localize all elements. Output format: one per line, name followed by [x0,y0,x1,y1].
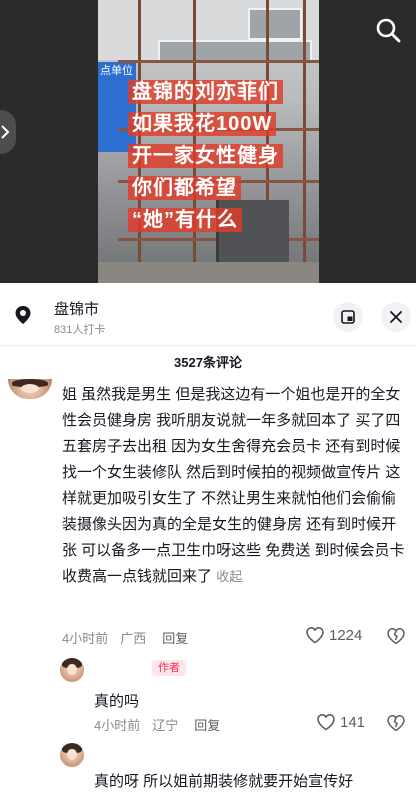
avatar[interactable] [60,743,84,767]
dislike-button[interactable] [386,713,406,738]
video-caption-overlay: 盘锦的刘亦菲们 如果我花100W 开一家女性健身 你们都希望 “她”有什么 [128,76,319,236]
like-count: 1224 [329,627,363,644]
comment-meta: 4小时前 辽宁 回复 [94,715,220,734]
location-name[interactable]: 盘锦市 [54,298,99,319]
overlay-line: 你们都希望 [128,172,319,204]
heart-icon [306,626,324,644]
dislike-button[interactable] [386,626,406,651]
close-icon [390,311,402,323]
like-button[interactable]: 1224 [305,626,362,644]
location-pin-icon [15,306,31,324]
video-player[interactable]: 点单位 盘锦的刘亦菲们 如果我花100W 开一家女性健身 你们都希望 “她”有什… [0,0,416,283]
overlay-line: 盘锦的刘亦菲们 [128,76,319,108]
comment-body: 真的呀 所以姐前期装修就要开始宣传好 [94,769,353,795]
chevron-right-icon [1,125,10,139]
comment-time: 4小时前 [62,631,109,646]
side-panel-toggle[interactable] [0,110,16,154]
comment-count-title: 3527条评论 [174,355,242,370]
checkin-count: 831人打卡 [54,324,106,336]
comment-sheet: 盘锦市 831人打卡 3527条评论 姐 虽然我是男生 但是我这边有一个姐也是开… [0,283,416,800]
close-button[interactable] [381,302,411,332]
collapse-link[interactable]: 收起 [216,569,242,584]
scaffold-bar [118,60,319,63]
comment-body: 姐 虽然我是男生 但是我这边有一个姐也是开的全女性会员健身房 我听朋友说就一年多… [62,382,408,590]
comment-text: 真的呀 所以姐前期装修就要开始宣传好 [94,773,354,790]
comment-region: 广西 [120,631,147,646]
author-badge: 作者 [152,660,186,676]
location-bar[interactable]: 盘锦市 831人打卡 [0,283,416,346]
reply-button[interactable]: 回复 [162,631,188,646]
reply-button[interactable]: 回复 [194,718,220,733]
overlay-line: 开一家女性健身 [128,140,319,172]
overlay-line: “她”有什么 [128,204,319,236]
like-button[interactable]: 141 [316,713,365,731]
broken-heart-icon [387,715,405,732]
avatar[interactable] [8,379,52,399]
comment-text: 真的吗 [94,693,140,710]
comment-meta: 4小时前 广西 回复 [62,628,188,647]
picture-in-picture-icon [341,310,355,324]
ground [98,262,319,283]
overlay-line: 如果我花100W [128,108,319,140]
picture-in-picture-button[interactable] [333,302,363,332]
video-frame: 点单位 盘锦的刘亦菲们 如果我花100W 开一家女性健身 你们都希望 “她”有什… [98,0,319,283]
heart-icon [317,713,335,731]
avatar[interactable] [60,658,84,682]
building-window [248,8,302,40]
comment-text: 姐 虽然我是男生 但是我这边有一个姐也是开的全女性会员健身房 我听朋友说就一年多… [62,386,405,585]
like-count: 141 [340,714,366,731]
search-icon[interactable] [374,16,402,44]
comment-body: 真的吗 [94,689,139,715]
broken-heart-icon [387,628,405,645]
comment-time: 4小时前 [94,718,141,733]
building-window [158,40,312,62]
comment-region: 辽宁 [152,718,179,733]
